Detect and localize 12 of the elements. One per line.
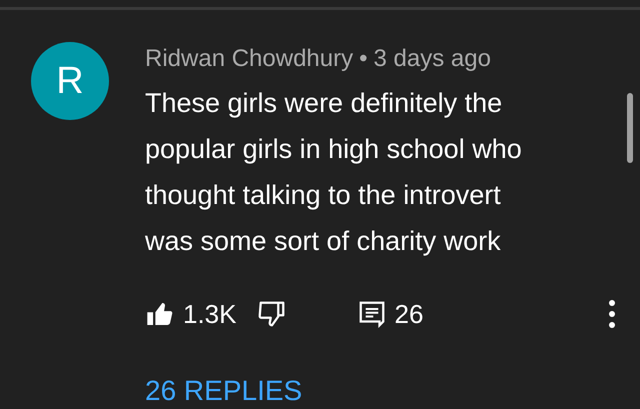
replies-link[interactable]: 26 REPLIES <box>145 376 617 406</box>
scrollbar[interactable] <box>627 93 633 163</box>
reply-count: 26 <box>394 298 424 330</box>
comment-time: 3 days ago <box>374 45 491 73</box>
comment-icon[interactable] <box>356 299 386 329</box>
author-name[interactable]: Ridwan Chowdhury <box>145 45 354 73</box>
like-count: 1.3K <box>183 298 236 330</box>
more-icon[interactable] <box>607 298 617 330</box>
comment-text: These girls were definitely the popular girls in high school who thought talking to the introvert was some sort of charity work <box>145 87 523 258</box>
separator-dot: • <box>359 45 368 73</box>
thumbs-down-icon[interactable] <box>256 299 286 329</box>
avatar[interactable]: R <box>31 42 109 120</box>
